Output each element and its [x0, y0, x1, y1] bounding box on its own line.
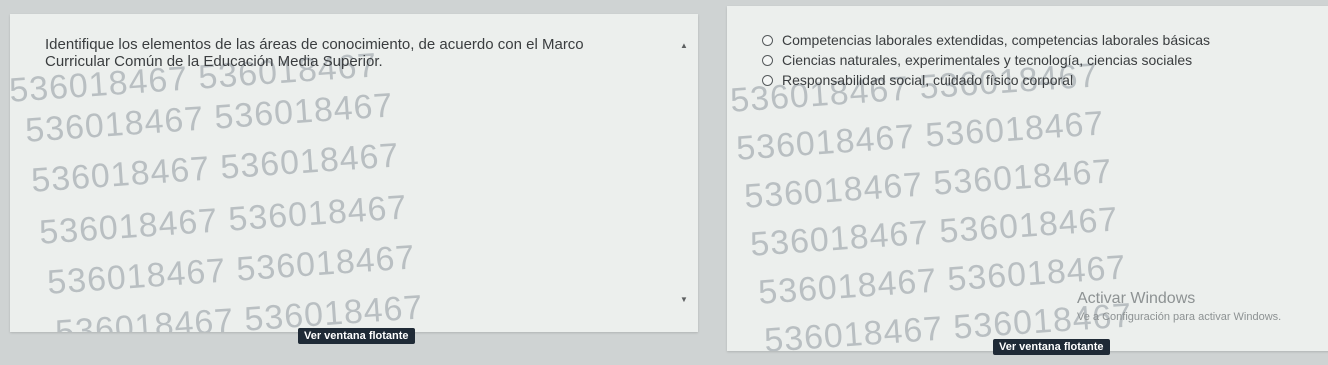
answer-option-label: Responsabilidad social, cuidado físico c… — [782, 72, 1074, 88]
answer-option-label: Competencias laborales extendidas, compe… — [782, 32, 1211, 48]
radio-button-icon[interactable] — [762, 54, 773, 66]
answer-option-2[interactable]: Ciencias naturales, experimentales y tec… — [762, 50, 1210, 70]
question-panel: 536018467 536018467 536018467 536018467 … — [10, 14, 698, 332]
answer-option-label: Ciencias naturales, experimentales y tec… — [782, 52, 1193, 68]
activate-windows-subtitle: Ve a Configuración para activar Windows. — [1077, 311, 1282, 323]
floating-window-button[interactable]: Ver ventana flotante — [298, 328, 415, 344]
answer-option-1[interactable]: Competencias laborales extendidas, compe… — [762, 30, 1210, 50]
radio-button-icon[interactable] — [762, 74, 773, 86]
scroll-down-icon[interactable]: ▼ — [680, 295, 688, 304]
radio-button-icon[interactable] — [762, 34, 773, 46]
activate-windows-notice: Activar Windows Ve a Configuración para … — [1077, 290, 1281, 323]
answer-option-3[interactable]: Responsabilidad social, cuidado físico c… — [762, 70, 1210, 90]
options-panel: 536018467 536018467 536018467 536018467 … — [727, 6, 1328, 351]
activate-windows-title: Activar Windows — [1077, 290, 1196, 307]
floating-window-button[interactable]: Ver ventana flotante — [993, 339, 1110, 355]
scroll-up-icon[interactable]: ▲ — [680, 41, 688, 50]
answer-options: Competencias laborales extendidas, compe… — [762, 30, 1210, 90]
question-text: Identifique los elementos de las áreas d… — [45, 36, 584, 70]
